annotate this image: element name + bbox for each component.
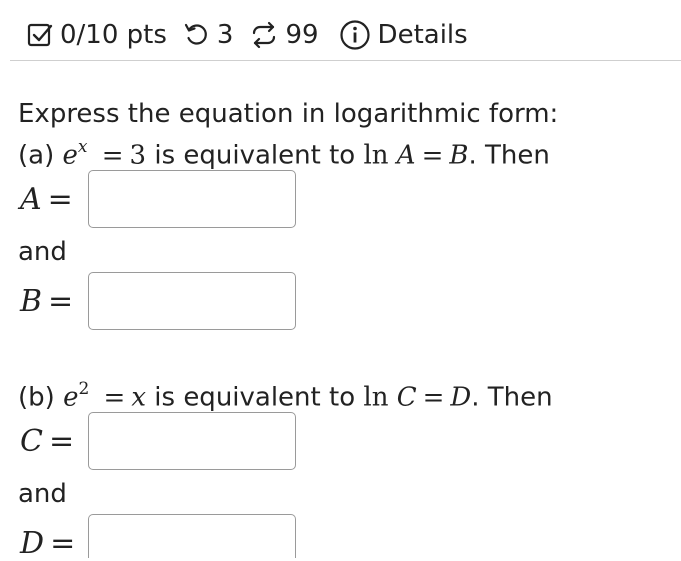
score-group: 0/10 pts xyxy=(26,20,167,50)
part-b-var1: C xyxy=(396,382,417,413)
part-a-then: . Then xyxy=(468,140,550,171)
part-a-value: 3 xyxy=(129,140,147,171)
part-a-label: (a) xyxy=(18,140,55,171)
part-b-var2: D xyxy=(450,382,472,413)
submissions-group: 99 xyxy=(249,20,319,50)
question-header: 0/10 pts 3 99 Details xyxy=(26,16,468,54)
part-a-exponent: x xyxy=(77,137,88,157)
part-a-statement: (a) ex = 3 is equivalent to ln A = B. Then xyxy=(18,133,550,172)
info-icon xyxy=(339,19,371,51)
part-b-then: . Then xyxy=(471,382,553,413)
score-text: 0/10 pts xyxy=(60,20,167,50)
answer-a-var: A xyxy=(20,182,42,217)
answer-b-label: B = xyxy=(20,285,73,319)
part-b-statement: (b) e2 = x is equivalent to ln C = D. Then xyxy=(18,375,553,414)
answer-b-var: B xyxy=(20,284,43,319)
answer-c-label: C = xyxy=(20,425,74,459)
part-a-base: e xyxy=(62,140,78,171)
part-b-ln: ln xyxy=(363,382,389,413)
answer-a-input[interactable] xyxy=(88,170,296,228)
part-b-equivalent-text: is equivalent to xyxy=(154,382,356,413)
retry-icon xyxy=(183,21,211,49)
submissions-count: 99 xyxy=(285,20,319,50)
part-b-equals2: = xyxy=(422,382,445,413)
answer-d-eq: = xyxy=(50,526,76,561)
attempts-count: 3 xyxy=(216,20,234,50)
and-text-1: and xyxy=(18,237,67,267)
answer-b-eq: = xyxy=(48,284,74,319)
part-b-equals: = xyxy=(103,382,126,413)
answer-a-eq: = xyxy=(47,182,73,217)
answer-b-input[interactable] xyxy=(88,272,296,330)
answer-c-eq: = xyxy=(48,424,75,459)
and-text-2: and xyxy=(18,479,67,509)
part-a-var2: B xyxy=(449,140,469,171)
answer-d-var: D xyxy=(20,526,45,561)
part-b-value: x xyxy=(131,382,147,413)
answer-a-label: A = xyxy=(20,183,73,217)
part-b-exponent: 2 xyxy=(78,379,90,399)
details-button[interactable]: Details xyxy=(339,19,468,51)
answer-c-var: C xyxy=(20,424,43,459)
part-b-base: e xyxy=(63,382,79,413)
part-a-equals: = xyxy=(101,140,124,171)
answer-c-input[interactable] xyxy=(88,412,296,470)
checkbox-icon xyxy=(26,21,54,49)
part-a-var1: A xyxy=(396,140,416,171)
part-b-label: (b) xyxy=(18,382,55,413)
answer-d-input[interactable] xyxy=(88,514,296,558)
part-a-equivalent-text: is equivalent to xyxy=(154,140,356,171)
part-a-equals2: = xyxy=(421,140,444,171)
header-divider xyxy=(10,60,681,61)
question-prompt: Express the equation in logarithmic form… xyxy=(18,99,559,129)
attempts-group: 3 xyxy=(183,20,234,50)
part-a-ln: ln xyxy=(363,140,389,171)
details-label: Details xyxy=(377,20,468,50)
answer-d-label: D = xyxy=(20,527,75,561)
repeat-icon xyxy=(249,21,279,49)
